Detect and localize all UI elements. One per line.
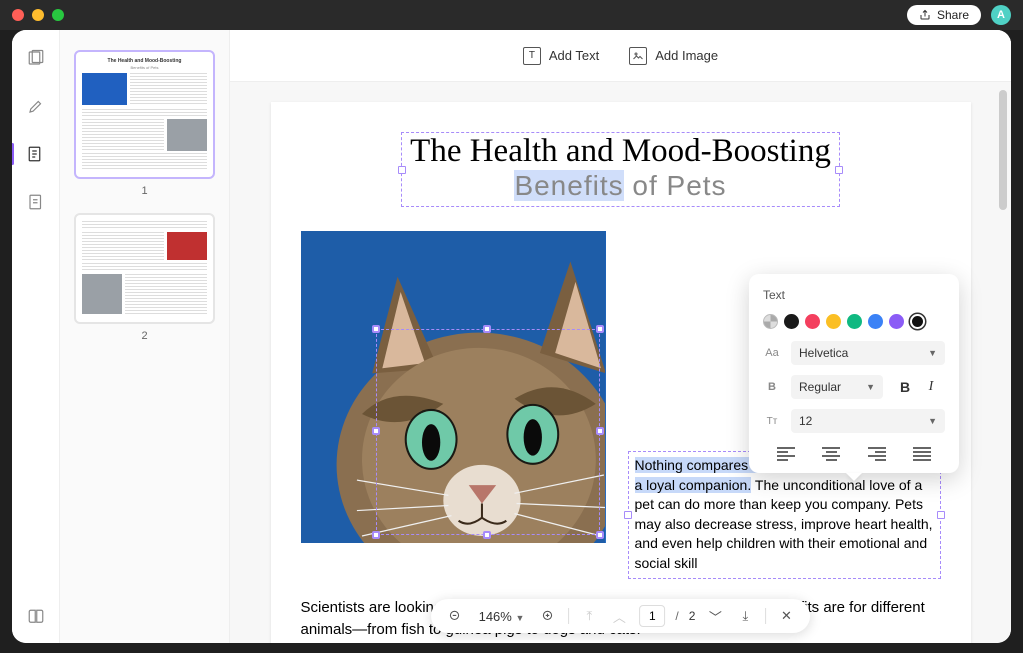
align-center-button[interactable] xyxy=(822,447,840,461)
align-right-button[interactable] xyxy=(868,447,886,461)
window-controls xyxy=(12,9,64,21)
doc-title-line1: The Health and Mood-Boosting xyxy=(410,133,831,170)
nav-rail xyxy=(12,30,60,643)
page-input[interactable] xyxy=(639,605,665,627)
text-icon: T xyxy=(523,47,541,65)
color-swatch[interactable] xyxy=(868,314,883,329)
next-page-button[interactable]: ﹀ xyxy=(705,606,725,626)
color-picker-icon[interactable] xyxy=(763,314,778,329)
image-selection-frame[interactable] xyxy=(376,329,600,535)
color-swatch[interactable] xyxy=(784,314,799,329)
titlebar: Share A xyxy=(0,0,1023,30)
thumbnail-page-2[interactable] xyxy=(74,213,215,324)
resize-handle[interactable] xyxy=(483,325,491,333)
text-format-panel: Text Aa Helvetica▼ B Regular▼ xyxy=(749,274,959,473)
highlighter-icon[interactable] xyxy=(26,96,46,116)
resize-handle[interactable] xyxy=(596,427,604,435)
zoom-level[interactable]: 146% ▼ xyxy=(475,609,529,624)
thumbnail-page-1[interactable]: The Health and Mood-Boosting Benefits of… xyxy=(74,50,215,179)
zoom-in-button[interactable] xyxy=(538,606,558,626)
first-page-button[interactable]: ⤒ xyxy=(579,606,599,626)
thumbnail-number: 2 xyxy=(74,330,215,342)
resize-handle[interactable] xyxy=(372,325,380,333)
minimize-window-button[interactable] xyxy=(32,9,44,21)
resize-handle[interactable] xyxy=(372,531,380,539)
bottom-toolbar: 146% ▼ ⤒ ︿ / 2 ﹀ ⤓ ✕ xyxy=(431,599,811,633)
share-icon xyxy=(919,9,931,21)
align-justify-button[interactable] xyxy=(913,447,931,461)
resize-handle[interactable] xyxy=(596,531,604,539)
chevron-down-icon: ▼ xyxy=(928,416,937,426)
color-swatch[interactable] xyxy=(889,314,904,329)
chevron-down-icon: ▼ xyxy=(866,382,875,392)
resize-handle[interactable] xyxy=(372,427,380,435)
separator xyxy=(765,608,766,624)
add-text-label: Add Text xyxy=(549,48,599,63)
form-tool-icon[interactable] xyxy=(26,192,46,212)
size-label-icon: Tт xyxy=(763,416,781,427)
pages-panel-icon[interactable] xyxy=(26,48,46,68)
zoom-out-button[interactable] xyxy=(445,606,465,626)
color-swatch[interactable] xyxy=(805,314,820,329)
color-swatches xyxy=(763,314,945,329)
italic-button[interactable]: I xyxy=(923,379,939,395)
color-swatch[interactable] xyxy=(847,314,862,329)
hero-image[interactable] xyxy=(301,231,606,543)
edit-toolbar: T Add Text Add Image xyxy=(230,30,1011,82)
page-total: 2 xyxy=(689,609,696,623)
last-page-button[interactable]: ⤓ xyxy=(735,606,755,626)
separator xyxy=(568,608,569,624)
weight-label-icon: B xyxy=(763,381,781,393)
text-align-row xyxy=(763,443,945,461)
close-window-button[interactable] xyxy=(12,9,24,21)
align-left-button[interactable] xyxy=(777,447,795,461)
add-text-button[interactable]: T Add Text xyxy=(523,47,599,65)
title-text-block[interactable]: The Health and Mood-Boosting Benefits of… xyxy=(401,132,840,207)
font-size-select[interactable]: 12▼ xyxy=(791,409,945,433)
bold-button[interactable]: B xyxy=(897,379,913,395)
share-label: Share xyxy=(937,8,969,22)
image-icon xyxy=(629,47,647,65)
share-button[interactable]: Share xyxy=(907,5,981,25)
add-image-button[interactable]: Add Image xyxy=(629,47,718,65)
avatar[interactable]: A xyxy=(991,5,1011,25)
resize-handle[interactable] xyxy=(483,531,491,539)
color-swatch[interactable] xyxy=(826,314,841,329)
page-sep: / xyxy=(675,609,678,623)
font-weight-select[interactable]: Regular▼ xyxy=(791,375,883,399)
color-swatch-selected[interactable] xyxy=(910,314,925,329)
chevron-down-icon: ▼ xyxy=(928,348,937,358)
maximize-window-button[interactable] xyxy=(52,9,64,21)
prev-page-button[interactable]: ︿ xyxy=(609,606,629,626)
font-label-icon: Aa xyxy=(763,347,781,359)
resize-handle[interactable] xyxy=(596,325,604,333)
add-image-label: Add Image xyxy=(655,48,718,63)
thumbnail-panel: The Health and Mood-Boosting Benefits of… xyxy=(60,30,230,643)
main-canvas: T Add Text Add Image The Health and Mood… xyxy=(230,30,1011,643)
panel-title: Text xyxy=(763,288,945,302)
edit-text-icon[interactable] xyxy=(26,144,46,164)
doc-title-line2: Benefits of Pets xyxy=(410,170,831,202)
thumbnail-number: 1 xyxy=(74,185,215,197)
book-icon[interactable] xyxy=(26,607,46,627)
font-family-select[interactable]: Helvetica▼ xyxy=(791,341,945,365)
close-toolbar-button[interactable]: ✕ xyxy=(776,606,796,626)
